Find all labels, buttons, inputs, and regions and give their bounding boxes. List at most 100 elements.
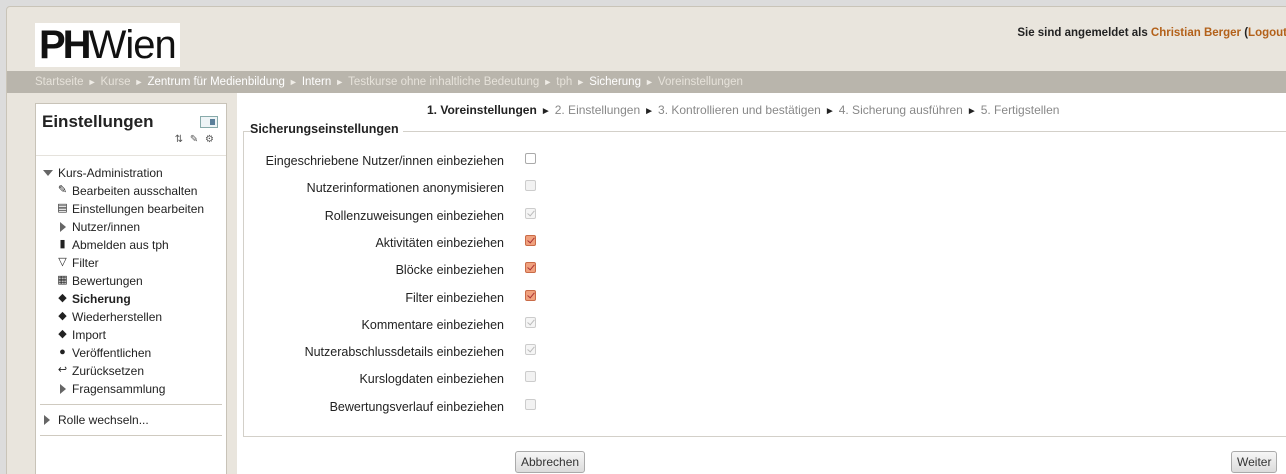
breadcrumb-item[interactable]: Zentrum für Medienbildung bbox=[147, 76, 284, 88]
tree-link[interactable]: ✎ Bearbeiten ausschalten bbox=[36, 182, 226, 200]
restore-icon: ◆ bbox=[58, 310, 67, 322]
tree-link[interactable]: ▦ Bewertungen bbox=[36, 272, 226, 290]
setting-label[interactable]: Nutzerabschlussdetails einbeziehen bbox=[305, 345, 504, 359]
cancel-button[interactable]: Abbrechen bbox=[515, 451, 586, 473]
tree-item-label: Zurücksetzen bbox=[72, 364, 145, 378]
backup-icon: ◆ bbox=[58, 292, 67, 304]
grades-icon: ▦ bbox=[57, 274, 68, 286]
setting-checkbox bbox=[525, 398, 536, 410]
login-paren: ( bbox=[1241, 27, 1249, 39]
setting-label[interactable]: Bewertungsverlauf einbeziehen bbox=[330, 400, 504, 414]
edit-block-icon[interactable]: ✎ bbox=[190, 134, 200, 145]
settings-doc-icon: ▤ bbox=[57, 202, 68, 214]
tree-item-label: Filter bbox=[72, 256, 99, 270]
tree-item-label: Nutzer/innen bbox=[72, 220, 141, 234]
tree-link[interactable]: ↩ Zurücksetzen bbox=[36, 362, 226, 380]
breadcrumb-separator-icon: ► bbox=[87, 77, 97, 87]
page-frame: PHWien Sie sind angemeldet als Christian… bbox=[6, 6, 1286, 474]
setting-row: Blöcke einbeziehen bbox=[244, 260, 544, 280]
setting-checkbox[interactable] bbox=[525, 262, 536, 274]
setting-row: Bewertungsverlauf einbeziehen bbox=[244, 397, 544, 417]
login-prefix: Sie sind angemeldet als bbox=[1017, 27, 1151, 39]
breadcrumb-item[interactable]: Testkurse ohne inhaltliche Bedeutung bbox=[348, 76, 539, 88]
tree-item-label: Sicherung bbox=[72, 292, 131, 306]
setting-label[interactable]: Eingeschriebene Nutzer/innen einbeziehen bbox=[266, 154, 504, 168]
breadcrumb: Startseite ► Kurse ► Zentrum für Medienbildu… bbox=[7, 71, 1286, 93]
breadcrumb-separator-icon: ► bbox=[288, 77, 298, 87]
settings-block: Einstellungen ⇅ ✎ ⚙ Kurs-Administration ✎… bbox=[35, 103, 227, 474]
switch-role-label: Rolle wechseln... bbox=[58, 413, 149, 427]
user-profile-link[interactable]: Christian Berger bbox=[1151, 27, 1241, 39]
tree-item-label: Wiederherstellen bbox=[72, 310, 163, 324]
breadcrumb-item[interactable]: Sicherung bbox=[589, 76, 641, 88]
divider bbox=[40, 404, 222, 405]
setting-label[interactable]: Kommentare einbeziehen bbox=[362, 318, 504, 332]
globe-icon: ● bbox=[59, 346, 66, 358]
settings-tree: Kurs-Administration ✎ Bearbeiten ausschalt… bbox=[36, 156, 226, 436]
tree-link[interactable]: ▤ Einstellungen bearbeiten bbox=[36, 200, 226, 218]
breadcrumb-item[interactable]: Startseite bbox=[35, 76, 84, 88]
setting-row: Aktivitäten einbeziehen bbox=[244, 233, 544, 253]
breadcrumb-separator-icon: ► bbox=[543, 77, 553, 87]
breadcrumb-item[interactable]: tph bbox=[556, 76, 572, 88]
setting-checkbox bbox=[525, 344, 536, 356]
tree-node-kurs-administration[interactable]: Kurs-Administration bbox=[36, 164, 226, 182]
block-tools: ⇅ ✎ ⚙ bbox=[175, 134, 216, 145]
setting-checkbox[interactable] bbox=[525, 234, 536, 246]
tree-node-collapsed[interactable]: Fragensammlung bbox=[36, 380, 226, 398]
tree-item-label: Veröffentlichen bbox=[72, 346, 152, 360]
login-info: Sie sind angemeldet als Christian Berger… bbox=[1017, 27, 1286, 39]
setting-label[interactable]: Aktivitäten einbeziehen bbox=[375, 236, 504, 250]
next-button[interactable]: Weiter bbox=[1231, 451, 1278, 473]
tree-item-label: Abmelden aus tph bbox=[72, 238, 169, 252]
step-arrow-icon: ► bbox=[644, 106, 655, 117]
progress-step: 5. Fertigstellen bbox=[980, 103, 1060, 117]
tree-link[interactable]: ▽ Filter bbox=[36, 254, 226, 272]
configure-icon[interactable]: ⚙ bbox=[205, 134, 216, 145]
setting-checkbox bbox=[525, 371, 536, 383]
setting-row: Filter einbeziehen bbox=[244, 288, 544, 308]
settings-block-header: Einstellungen ⇅ ✎ ⚙ bbox=[36, 104, 226, 156]
fieldset-legend: Sicherungseinstellungen bbox=[250, 122, 403, 136]
tree-item-label: Fragensammlung bbox=[72, 382, 166, 396]
reset-arrow-icon: ↩ bbox=[57, 364, 68, 376]
tree-link[interactable]: ◆ Sicherung bbox=[36, 290, 226, 308]
edit-icon: ✎ bbox=[57, 184, 68, 196]
switch-role-node[interactable]: Rolle wechseln... bbox=[36, 411, 226, 429]
setting-checkbox[interactable] bbox=[525, 289, 536, 301]
dock-block-icon[interactable] bbox=[200, 116, 218, 128]
tree-link[interactable]: ▮ Abmelden aus tph bbox=[36, 236, 226, 254]
progress-step: 4. Sicherung ausführen bbox=[838, 103, 963, 117]
setting-label[interactable]: Filter einbeziehen bbox=[405, 291, 504, 305]
step-arrow-icon: ► bbox=[966, 106, 977, 117]
step-arrow-icon: ► bbox=[540, 106, 551, 117]
setting-label[interactable]: Rollenzuweisungen einbeziehen bbox=[325, 209, 504, 223]
tree-node-collapsed[interactable]: Nutzer/innen bbox=[36, 218, 226, 236]
door-icon: ▮ bbox=[59, 238, 66, 250]
logout-link[interactable]: Logout bbox=[1248, 27, 1286, 39]
setting-row: Eingeschriebene Nutzer/innen einbeziehen bbox=[244, 151, 544, 171]
breadcrumb-item[interactable]: Intern bbox=[302, 76, 331, 88]
tree-item-label: Import bbox=[72, 328, 107, 342]
tree-link[interactable]: ◆ Import bbox=[36, 326, 226, 344]
tree-link[interactable]: ● Veröffentlichen bbox=[36, 344, 226, 362]
breadcrumb-item[interactable]: Kurse bbox=[101, 76, 131, 88]
backup-progress: 1. Voreinstellungen ► 2. Einstellungen ► 3. … bbox=[427, 103, 1059, 117]
setting-label[interactable]: Blöcke einbeziehen bbox=[396, 263, 504, 277]
breadcrumb-item[interactable]: Voreinstellungen bbox=[658, 76, 743, 88]
settings-block-title: Einstellungen bbox=[42, 112, 154, 131]
setting-row: Nutzerinformationen anonymisieren bbox=[244, 178, 544, 198]
setting-label[interactable]: Nutzerinformationen anonymisieren bbox=[307, 181, 504, 195]
setting-checkbox bbox=[525, 180, 536, 192]
tree-link[interactable]: ◆ Wiederherstellen bbox=[36, 308, 226, 326]
move-icon[interactable]: ⇅ bbox=[175, 134, 185, 145]
breadcrumb-separator-icon: ► bbox=[576, 77, 586, 87]
setting-checkbox[interactable] bbox=[525, 153, 536, 164]
site-logo[interactable]: PHWien bbox=[35, 23, 180, 67]
tree-item-label: Einstellungen bearbeiten bbox=[72, 202, 205, 216]
logo-bold-text: PH bbox=[39, 23, 92, 67]
breadcrumb-separator-icon: ► bbox=[644, 77, 654, 87]
setting-checkbox bbox=[525, 207, 536, 219]
setting-label[interactable]: Kurslogdaten einbeziehen bbox=[359, 372, 504, 386]
divider bbox=[40, 435, 222, 436]
